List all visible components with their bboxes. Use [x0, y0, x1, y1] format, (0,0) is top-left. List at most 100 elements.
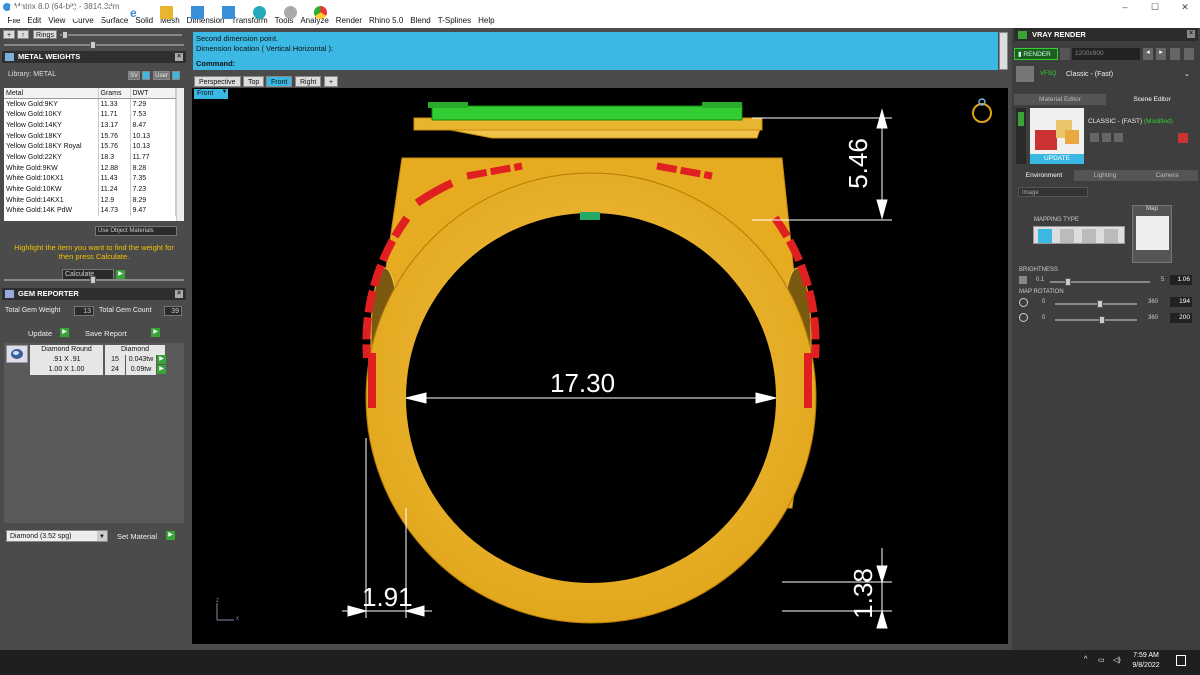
render-button[interactable]: ▮ RENDER	[1014, 48, 1058, 60]
save-icon[interactable]	[1090, 133, 1099, 142]
menu-render[interactable]: Render	[332, 14, 365, 28]
set-material-button[interactable]: ▶	[166, 531, 175, 540]
menu-tsplines[interactable]: T-Splines	[434, 14, 474, 28]
tab-front[interactable]: Front	[266, 76, 293, 87]
rotation-v-slider[interactable]	[1055, 316, 1137, 324]
table-row[interactable]: Yellow Gold:22KY 18.3 11.77	[4, 152, 176, 163]
chrome-icon[interactable]	[314, 6, 327, 19]
table-row[interactable]: White Gold:14KX1 12.9 8.29	[4, 194, 176, 206]
tab-right[interactable]: Right	[295, 76, 322, 87]
close-button[interactable]: ✕	[1170, 0, 1200, 14]
update-button[interactable]: ▶	[60, 328, 69, 337]
table-row[interactable]: Yellow Gold:10KY 11.71 7.53	[4, 109, 176, 121]
update-scene-button[interactable]: UPDATE	[1030, 154, 1084, 164]
planar-mapping-icon[interactable]	[1038, 229, 1052, 243]
file-explorer-icon[interactable]	[160, 6, 173, 19]
material-select[interactable]: Diamond (3.52 spg) ▼	[6, 530, 108, 542]
sv-toggle-icon[interactable]	[142, 71, 150, 80]
up-arrow-icon[interactable]: ↑	[17, 30, 29, 39]
clock-time[interactable]: 7:59 AM	[1126, 652, 1166, 659]
panel-slider[interactable]	[4, 41, 184, 49]
gem-row-button[interactable]: ▶	[157, 355, 166, 364]
use-object-materials-field[interactable]: Use Object Materials	[95, 226, 177, 236]
command-scrollbar[interactable]	[999, 32, 1008, 70]
maximize-button[interactable]: ☐	[1140, 0, 1170, 14]
front-viewport[interactable]: 17.30 5.46 1.91 1.38 z x	[192, 88, 1008, 644]
close-icon[interactable]: ×	[175, 53, 183, 61]
close-icon[interactable]: ×	[1187, 30, 1195, 38]
brightness-value[interactable]: 1.06	[1170, 275, 1192, 285]
chevron-down-icon[interactable]: ⌄	[1184, 70, 1190, 78]
tab-environment[interactable]: Environment	[1014, 170, 1074, 181]
play-icon[interactable]: ▸	[1156, 48, 1166, 60]
table-row[interactable]: White Gold:14K PdW 14.73 9.47	[4, 205, 176, 217]
rotation-h-slider[interactable]	[1055, 300, 1137, 308]
tab-lighting[interactable]: Lighting	[1074, 170, 1136, 181]
add-icon[interactable]: +	[3, 30, 15, 39]
tab-perspective[interactable]: Perspective	[194, 76, 241, 87]
camera-icon[interactable]	[1170, 48, 1180, 60]
environment-type-select[interactable]: Image	[1018, 187, 1088, 197]
search-icon[interactable]: ⌕	[39, 6, 52, 19]
task-view-icon[interactable]	[99, 6, 112, 19]
table-row[interactable]: Yellow Gold:18KY Royal 15.76 10.13	[4, 141, 176, 153]
close-icon[interactable]: ×	[175, 290, 183, 298]
matrix-app-icon[interactable]	[253, 6, 266, 19]
menu-blend[interactable]: Blend	[407, 14, 434, 28]
cube-mapping-icon[interactable]	[1060, 229, 1074, 243]
map-preview[interactable]: Map	[1132, 205, 1172, 263]
cortana-icon[interactable]	[68, 6, 81, 19]
rotation-h-value[interactable]: 194	[1170, 297, 1192, 307]
table-row[interactable]: White Gold:9KW 12.88 8.28	[4, 162, 176, 174]
rhino-icon[interactable]	[284, 6, 297, 19]
windows-start-icon[interactable]	[10, 6, 23, 19]
user-button[interactable]: User	[153, 71, 170, 80]
edge-icon[interactable]: e	[130, 6, 143, 20]
tab-scene-editor[interactable]: Scene Editor	[1106, 94, 1198, 105]
clock-date[interactable]: 9/8/2022	[1126, 662, 1166, 669]
chevron-up-icon[interactable]: ^	[1084, 656, 1087, 663]
command-input[interactable]: Command:	[193, 58, 998, 70]
top-slider[interactable]	[60, 31, 182, 39]
save-report-button[interactable]: ▶	[151, 328, 160, 337]
add-tab-button[interactable]: +	[324, 76, 338, 87]
tab-top[interactable]: Top	[243, 76, 265, 87]
open-icon[interactable]	[1102, 133, 1111, 142]
gem-row-button[interactable]: ▶	[157, 365, 166, 374]
rewind-icon[interactable]: ◂	[1143, 48, 1153, 60]
table-scrollbar[interactable]	[176, 88, 184, 221]
menu-help[interactable]: Help	[475, 14, 498, 28]
calculate-button[interactable]: ▶	[116, 270, 125, 279]
rotation-v-value[interactable]: 200	[1170, 313, 1192, 323]
menu-rhino[interactable]: Rhino 5.0	[366, 14, 407, 28]
chevron-down-icon[interactable]: ▼	[97, 531, 107, 541]
mail-icon[interactable]	[222, 6, 235, 19]
resolution-field[interactable]: 1200x900	[1072, 48, 1140, 60]
table-row[interactable]: Yellow Gold:9KY 11.33 7.29	[4, 98, 176, 110]
brightness-slider[interactable]	[1050, 278, 1150, 286]
user-toggle-icon[interactable]	[172, 71, 180, 80]
notifications-icon[interactable]	[1176, 655, 1186, 666]
chevron-down-icon[interactable]: ▼	[221, 89, 228, 99]
edit-icon[interactable]	[1114, 133, 1123, 142]
network-icon[interactable]: ▭	[1098, 656, 1105, 664]
table-row[interactable]: White Gold:10KW 11.24 7.23	[4, 184, 176, 195]
store-icon[interactable]	[191, 6, 204, 19]
table-row[interactable]: White Gold:10KX1 11.43 7.35	[4, 173, 176, 185]
tab-material-editor[interactable]: Material Editor	[1014, 94, 1106, 105]
sphere-mapping-icon[interactable]	[1082, 229, 1096, 243]
settings-icon[interactable]	[1060, 48, 1070, 60]
table-row[interactable]: Yellow Gold:14KY 13.17 8.47	[4, 120, 176, 131]
volume-icon[interactable]: ◁)	[1113, 656, 1121, 664]
sv-button[interactable]: SV	[128, 71, 140, 80]
dome-mapping-icon[interactable]	[1104, 229, 1118, 243]
minimize-button[interactable]: –	[1110, 0, 1140, 14]
panel-slider-2[interactable]	[4, 276, 184, 284]
reset-icon[interactable]	[1178, 133, 1188, 143]
folder-icon[interactable]	[1184, 48, 1194, 60]
rings-button[interactable]: Rings	[33, 30, 57, 39]
ring-view-icon[interactable]	[972, 98, 992, 123]
table-row[interactable]: Yellow Gold:18KY 15.76 10.13	[4, 130, 176, 142]
preset-name[interactable]: Classic - (Fast)	[1066, 71, 1113, 78]
tab-camera[interactable]: Camera	[1136, 170, 1198, 181]
